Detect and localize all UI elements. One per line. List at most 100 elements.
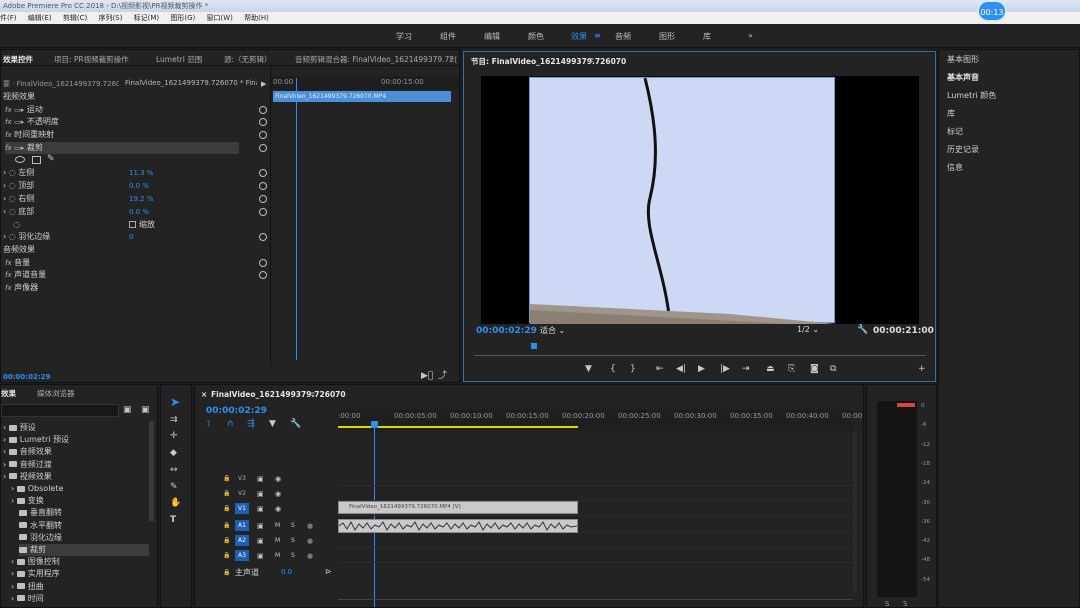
slip-tool-icon[interactable]: ↔ bbox=[170, 465, 178, 475]
reset-channel-volume-icon[interactable] bbox=[259, 271, 267, 279]
ripple-edit-tool-icon[interactable]: ✛ bbox=[170, 431, 178, 441]
expand-arrow-icon[interactable]: › bbox=[3, 460, 9, 469]
reset-volume-icon[interactable] bbox=[259, 259, 267, 267]
effects-tree-item[interactable]: › Lumetri 预设 bbox=[3, 434, 149, 446]
expand-arrow-icon[interactable]: › bbox=[11, 557, 17, 566]
effects-tree-item[interactable]: › 视频效果 bbox=[3, 471, 149, 483]
effects-scrollbar[interactable] bbox=[149, 421, 154, 521]
expand-arrow-icon[interactable]: › bbox=[3, 423, 9, 432]
workspace-assembly[interactable]: 组件 bbox=[440, 31, 456, 42]
reset-top-icon[interactable] bbox=[259, 182, 267, 190]
mark-in-icon[interactable]: { bbox=[610, 364, 616, 374]
expand-arrow-icon[interactable]: › bbox=[11, 594, 17, 603]
timeline-ruler[interactable]: :00:00 00:00:05:00 00:00:10:00 00:00:15:00 0… bbox=[338, 409, 863, 431]
timeline-timecode[interactable]: 00:00:02:29 bbox=[206, 406, 267, 416]
effect-panner[interactable]: fx 声像器 bbox=[5, 282, 38, 294]
program-scrubber[interactable] bbox=[474, 348, 926, 356]
mini-playhead[interactable] bbox=[296, 78, 297, 360]
effect-motion[interactable]: fx ▭▸ 运动 bbox=[5, 104, 271, 116]
effects-tree-item[interactable]: › 音频过渡 bbox=[3, 459, 149, 471]
effect-opacity[interactable]: fx ▭▸ 不透明度 bbox=[5, 116, 271, 128]
effects-tree-item[interactable]: › 时间 bbox=[11, 593, 149, 605]
eye-icon[interactable]: ◉ bbox=[275, 474, 281, 484]
param-feather[interactable]: › ◌ 羽化边缘 bbox=[3, 231, 50, 243]
selection-tool-icon[interactable]: ➤ bbox=[170, 396, 180, 408]
program-menu-icon[interactable]: ≡ bbox=[588, 55, 594, 64]
solo-button[interactable]: S bbox=[291, 521, 295, 531]
menu-edit[interactable]: 编辑(E) bbox=[28, 14, 52, 22]
eye-icon[interactable]: ◉ bbox=[275, 489, 281, 499]
toggle-sync-lock-icon[interactable]: ▣ bbox=[257, 551, 264, 561]
zoom-stopwatch-icon[interactable]: ◌ bbox=[13, 219, 20, 231]
effect-crop[interactable]: fx ▭▸ 裁剪 bbox=[5, 142, 239, 154]
menu-clip[interactable]: 剪辑(C) bbox=[63, 14, 87, 22]
mute-button[interactable]: M bbox=[275, 521, 280, 531]
tab-source[interactable]: 源:（无剪辑） bbox=[224, 54, 272, 65]
lock-track-icon[interactable]: 🔒 bbox=[223, 489, 230, 499]
lock-track-icon[interactable]: 🔒 bbox=[223, 521, 230, 531]
expand-arrow-icon[interactable]: › bbox=[3, 472, 9, 481]
tab-audio-clip-mixer[interactable]: 音频剪辑混合器: FinalVideo_1621499379.72( bbox=[295, 54, 457, 65]
export-frame-icon[interactable]: ⤴ bbox=[438, 371, 447, 381]
timeline-vscroll[interactable] bbox=[853, 431, 857, 591]
reset-feather-icon[interactable] bbox=[259, 233, 267, 241]
play-only-audio-icon[interactable]: ▶ bbox=[261, 79, 266, 89]
mark-out-icon[interactable]: } bbox=[630, 364, 636, 374]
tab-media-browser[interactable]: 媒体浏览器 bbox=[37, 388, 75, 399]
effects-tree-item[interactable]: › 图像控制 bbox=[11, 556, 149, 568]
solo-button[interactable]: S bbox=[291, 536, 295, 546]
step-back-icon[interactable]: ◀| bbox=[676, 364, 686, 374]
track-name[interactable]: V2 bbox=[235, 488, 249, 499]
workspace-graphics[interactable]: 图形 bbox=[659, 31, 675, 42]
effects-tree-item[interactable]: › 预设 bbox=[3, 422, 149, 434]
effects-tree-item[interactable]: 垂直翻转 bbox=[19, 507, 149, 519]
tab-effect-controls[interactable]: 效果控件 bbox=[3, 54, 33, 65]
timeline-hscroll[interactable] bbox=[338, 599, 853, 605]
go-to-in-icon[interactable]: ⇤ bbox=[656, 364, 664, 374]
tab-effects[interactable]: 效果 bbox=[1, 388, 16, 399]
effects-tree-item[interactable]: 羽化边缘 bbox=[19, 532, 149, 544]
audio-clip[interactable] bbox=[338, 519, 578, 533]
panel-history[interactable]: 历史记录 bbox=[947, 144, 979, 156]
razor-tool-icon[interactable]: ◆ bbox=[170, 448, 177, 458]
play-only-icon[interactable]: ▶⃒ bbox=[421, 371, 433, 381]
track-name[interactable]: A2 bbox=[235, 535, 249, 546]
panel-markers[interactable]: 标记 bbox=[947, 126, 963, 138]
compare-icon[interactable]: ⧉ bbox=[830, 364, 836, 374]
track-name[interactable]: A3 bbox=[235, 550, 249, 561]
type-tool-icon[interactable]: T bbox=[170, 515, 176, 525]
video-canvas[interactable] bbox=[481, 76, 919, 324]
go-to-out-icon[interactable]: ⇥ bbox=[742, 364, 750, 374]
toggle-sync-lock-icon[interactable]: ▣ bbox=[257, 536, 264, 546]
timeline-playhead[interactable] bbox=[374, 421, 375, 607]
effect-volume[interactable]: fx 音量 bbox=[5, 257, 30, 269]
menu-sequence[interactable]: 序列(S) bbox=[98, 14, 122, 22]
param-top[interactable]: › ◌ 顶部 bbox=[3, 180, 34, 192]
close-sequence-icon[interactable]: × bbox=[201, 390, 207, 399]
param-left[interactable]: › ◌ 左侧 bbox=[3, 167, 34, 179]
track-select-tool-icon[interactable]: ⇉ bbox=[170, 415, 178, 425]
program-playhead[interactable] bbox=[531, 343, 537, 349]
lock-track-icon[interactable]: 🔒 bbox=[223, 536, 230, 546]
effects-search-input[interactable] bbox=[1, 404, 119, 417]
expand-arrow-icon[interactable]: › bbox=[3, 435, 9, 444]
toggle-sync-lock-icon[interactable]: ▣ bbox=[257, 474, 264, 484]
param-bottom[interactable]: › ◌ 底部 bbox=[3, 206, 34, 218]
track-name[interactable]: V1 bbox=[235, 503, 249, 514]
panel-info[interactable]: 信息 bbox=[947, 162, 963, 174]
extract-icon[interactable]: ⎘ bbox=[788, 364, 795, 374]
lock-track-icon[interactable]: 🔒 bbox=[223, 504, 230, 514]
insert-nest-icon[interactable]: ⇶ bbox=[247, 419, 255, 429]
menu-help[interactable]: 帮助(H) bbox=[244, 14, 269, 22]
timeline-tab[interactable]: FinalVideo_1621499379.726070 bbox=[211, 390, 346, 399]
effects-tree-item[interactable]: › 变换 bbox=[11, 495, 149, 507]
workspace-learn[interactable]: 学习 bbox=[396, 31, 412, 42]
step-forward-icon[interactable]: |▶ bbox=[720, 364, 730, 374]
lock-track-icon[interactable]: 🔒 bbox=[223, 474, 230, 484]
mute-button[interactable]: M bbox=[275, 551, 280, 561]
menu-marker[interactable]: 标记(M) bbox=[134, 14, 160, 22]
expand-arrow-icon[interactable]: › bbox=[11, 582, 17, 591]
snap-icon[interactable]: ⟟ bbox=[207, 419, 210, 429]
camera-icon[interactable]: ◙ bbox=[810, 364, 819, 374]
linked-selection-icon[interactable]: ∩ bbox=[227, 419, 234, 429]
